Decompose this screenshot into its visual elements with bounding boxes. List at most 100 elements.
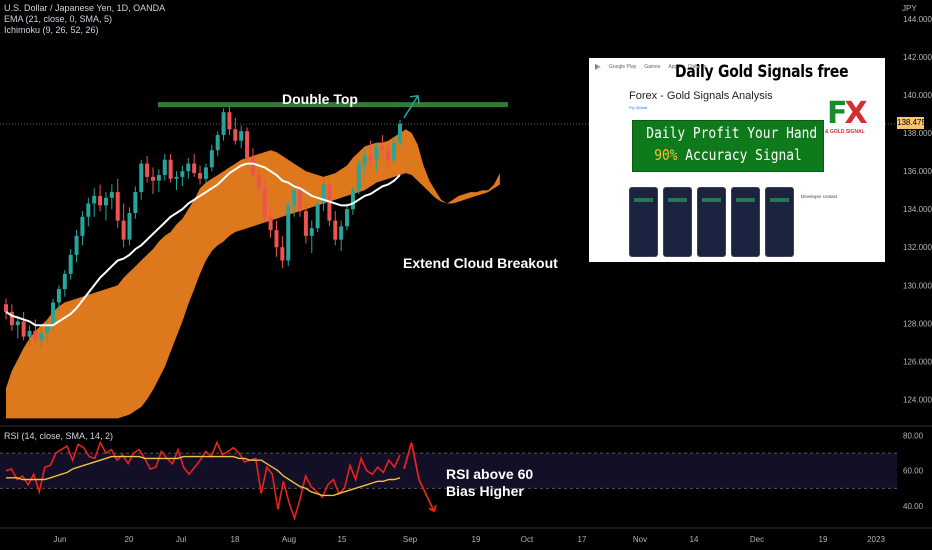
candle-body <box>98 195 103 206</box>
price-tick-label: 130.000 <box>903 281 932 290</box>
candle-body <box>21 321 26 337</box>
store-nav-1[interactable]: Games <box>644 64 660 70</box>
candle-body <box>356 163 361 191</box>
time-tick-label: Dec <box>750 535 764 544</box>
cloud-breakout-label: Extend Cloud Breakout <box>403 255 558 271</box>
candle-body <box>262 188 267 217</box>
candle-body <box>350 190 355 210</box>
rsi-axis: 40.00 60.00 80.00 <box>903 432 924 511</box>
candle-body <box>209 150 214 168</box>
price-tick-label: 140.000 <box>903 91 932 100</box>
candle-body <box>180 171 185 177</box>
candle-body <box>127 213 132 240</box>
candle-body <box>27 330 32 337</box>
app-title: Forex - Gold Signals Analysis <box>629 90 773 102</box>
time-tick-label: 20 <box>125 535 134 544</box>
time-tick-label: Sep <box>403 535 418 544</box>
candle-body <box>86 203 91 217</box>
time-tick-label: 18 <box>231 535 240 544</box>
candle-body <box>315 203 320 229</box>
rsi-tick-label: 60.00 <box>903 467 924 476</box>
candle-body <box>362 155 367 164</box>
app-screenshot[interactable] <box>697 187 726 257</box>
screenshot-strip[interactable] <box>629 187 794 257</box>
candle-body <box>56 289 61 303</box>
developer-contact[interactable]: Developer contact <box>801 194 837 199</box>
candle-body <box>309 228 314 236</box>
candle-body <box>245 131 250 158</box>
time-tick-label: Nov <box>633 535 647 544</box>
price-tick-label: 142.000 <box>903 53 932 62</box>
time-tick-label: 14 <box>690 535 699 544</box>
candle-body <box>174 176 179 179</box>
candle-body <box>168 159 173 179</box>
candle-body <box>15 321 20 326</box>
logo-fx-text: FX <box>827 96 868 131</box>
candle-body <box>103 197 108 206</box>
candle-body <box>386 150 391 160</box>
time-tick-label: 15 <box>338 535 347 544</box>
candle-body <box>115 192 120 221</box>
app-screenshot[interactable] <box>765 187 794 257</box>
candle-body <box>374 146 379 160</box>
candle-body <box>45 325 50 333</box>
promo-percent: 90% <box>654 146 678 164</box>
candle-body <box>162 159 167 175</box>
time-tick-label: Jun <box>54 535 67 544</box>
candle-body <box>256 174 261 189</box>
candle-body <box>51 302 56 326</box>
google-play-icon <box>595 64 601 70</box>
candle-body <box>133 192 138 213</box>
ad-panel[interactable]: Google Play Games Apps Children Daily Go… <box>589 58 885 262</box>
candle-body <box>151 176 155 181</box>
price-tick-label: 134.000 <box>903 205 932 214</box>
candle-body <box>303 211 308 236</box>
rsi-tick-label: 40.00 <box>903 502 924 511</box>
candle-body <box>298 190 302 212</box>
promo-line2-rest: Accuracy Signal <box>677 146 802 164</box>
candle-body <box>280 247 285 261</box>
price-tick-label: 132.000 <box>903 243 932 252</box>
candle-body <box>292 190 297 206</box>
candle-body <box>368 155 373 160</box>
rsi-note-line1: RSI above 60 <box>446 466 533 482</box>
store-nav-0[interactable]: Google Play <box>609 64 636 70</box>
candle-body <box>145 163 150 177</box>
app-screenshot[interactable] <box>663 187 692 257</box>
price-tick-label: 128.000 <box>903 319 932 328</box>
candle-body <box>186 163 191 172</box>
candle-body <box>203 167 208 179</box>
candle-body <box>397 123 402 143</box>
current-price-badge: 138.475 <box>897 117 926 129</box>
time-tick-label: 17 <box>578 535 587 544</box>
candle-body <box>121 220 126 240</box>
price-tick-label: 138.000 <box>903 129 932 138</box>
time-tick-label: 2023 <box>867 535 885 544</box>
candle-body <box>345 209 350 227</box>
price-tick-label: 124.000 <box>903 395 932 404</box>
candle-body <box>333 220 338 240</box>
candle-body <box>233 129 238 141</box>
candle-body <box>339 226 344 240</box>
candle-body <box>227 112 232 130</box>
candle-body <box>4 304 8 312</box>
candle-body <box>74 235 79 255</box>
candle-body <box>139 163 144 193</box>
candle-body <box>239 131 244 141</box>
price-axis: 124.000 126.000 128.000 130.000 132.000 134.0… <box>903 15 932 404</box>
price-tick-label: 136.000 <box>903 167 932 176</box>
candle-body <box>192 163 197 174</box>
time-tick-label: 19 <box>472 535 481 544</box>
app-screenshot[interactable] <box>731 187 760 257</box>
candle-body <box>80 216 85 236</box>
candle-body <box>215 135 220 151</box>
candle-body <box>92 195 97 204</box>
candle-body <box>380 146 385 151</box>
ad-headline: Daily Gold Signals free <box>675 62 849 82</box>
rsi-tick-label: 80.00 <box>903 432 924 441</box>
developer-link[interactable]: Fly Global <box>629 105 647 110</box>
time-tick-label: 19 <box>819 535 828 544</box>
candle-body <box>109 192 114 198</box>
time-axis: Jun 20 Jul 18 Aug 15 Sep 19 Oct 17 Nov 14 Dec 19 2023 <box>54 535 886 544</box>
app-screenshot[interactable] <box>629 187 658 257</box>
